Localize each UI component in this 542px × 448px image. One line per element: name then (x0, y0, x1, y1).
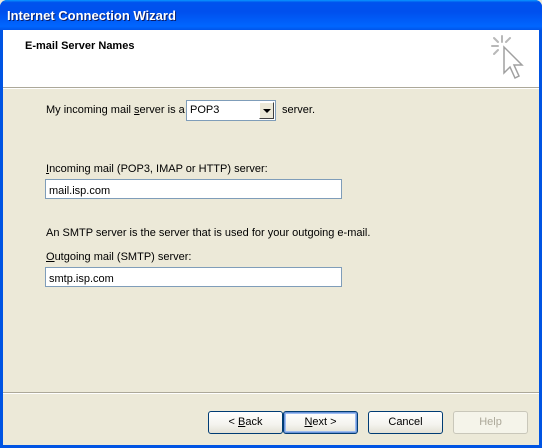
wizard-client-area: E-mail Server Names My incoming mail ser… (3, 30, 539, 445)
title-bar[interactable]: Internet Connection Wizard (0, 0, 542, 30)
header-divider (3, 88, 539, 89)
incoming-server-label: Incoming mail (POP3, IMAP or HTTP) serve… (46, 163, 268, 175)
incoming-server-type-select[interactable]: POP3 (186, 100, 276, 121)
outgoing-server-field[interactable] (45, 267, 342, 287)
cancel-button[interactable]: Cancel (368, 411, 443, 434)
footer-divider (3, 392, 539, 394)
wizard-wand-cursor-icon (491, 35, 524, 80)
incoming-server-field[interactable] (45, 179, 342, 199)
next-button[interactable]: Next > (283, 411, 358, 434)
chevron-down-icon (263, 109, 271, 113)
incoming-type-label: My incoming mail server is a (46, 104, 185, 116)
smtp-description: An SMTP server is the server that is use… (46, 227, 371, 239)
incoming-type-suffix: server. (282, 104, 316, 116)
window-title: Internet Connection Wizard (7, 8, 176, 23)
wizard-header: E-mail Server Names (3, 30, 539, 88)
incoming-server-type-value: POP3 (190, 104, 220, 116)
wizard-window: Internet Connection Wizard E-mail Server… (0, 0, 542, 448)
back-button[interactable]: < Back (208, 411, 283, 434)
page-title: E-mail Server Names (25, 40, 135, 52)
dropdown-button[interactable] (259, 102, 274, 119)
help-button[interactable]: Help (453, 411, 528, 434)
outgoing-server-label: Outgoing mail (SMTP) server: (46, 251, 192, 263)
